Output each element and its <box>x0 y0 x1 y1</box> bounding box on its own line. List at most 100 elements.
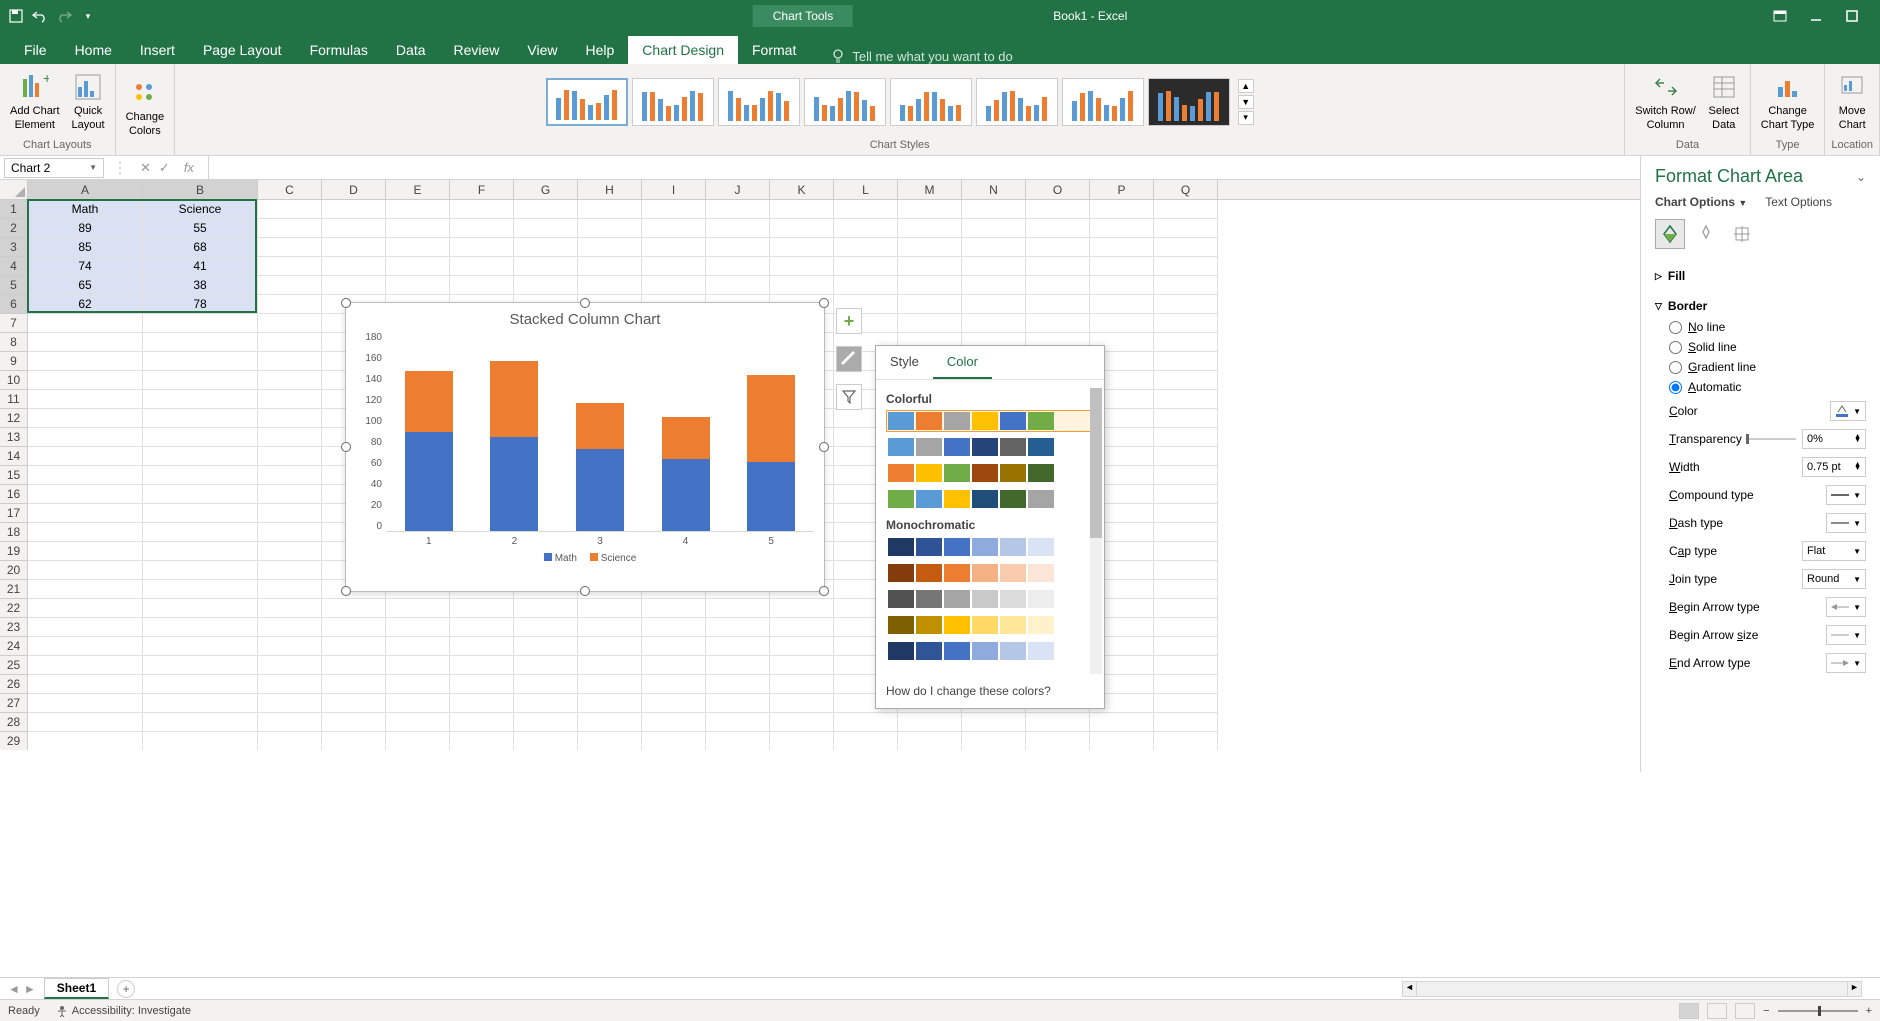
cell[interactable] <box>258 219 322 238</box>
cell[interactable] <box>143 485 258 504</box>
page-break-view-button[interactable] <box>1735 1003 1755 1019</box>
cell[interactable] <box>28 333 143 352</box>
color-popup-scrollbar[interactable] <box>1090 388 1102 674</box>
compound-type-picker[interactable]: ▼ <box>1826 485 1866 505</box>
row-header[interactable]: 10 <box>0 371 28 390</box>
cell[interactable] <box>1090 713 1154 732</box>
cell[interactable] <box>28 390 143 409</box>
col-header[interactable]: F <box>450 180 514 199</box>
sheet-tab[interactable]: Sheet1 <box>44 978 109 999</box>
cell[interactable] <box>642 219 706 238</box>
cell[interactable] <box>322 618 386 637</box>
cell[interactable] <box>322 637 386 656</box>
cell[interactable] <box>386 219 450 238</box>
cell[interactable] <box>450 219 514 238</box>
cell[interactable] <box>28 504 143 523</box>
chart-style-option[interactable] <box>1148 78 1230 126</box>
cell[interactable] <box>28 485 143 504</box>
cell[interactable] <box>834 238 898 257</box>
cell[interactable] <box>450 238 514 257</box>
cell[interactable] <box>834 219 898 238</box>
sheet-nav-prev-icon[interactable]: ◄ <box>8 982 20 996</box>
cell[interactable] <box>1026 713 1090 732</box>
cell[interactable] <box>578 713 642 732</box>
cell[interactable] <box>962 295 1026 314</box>
cell[interactable] <box>514 200 578 219</box>
cell[interactable] <box>258 694 322 713</box>
cell[interactable] <box>898 219 962 238</box>
cell[interactable] <box>642 675 706 694</box>
tab-home[interactable]: Home <box>61 36 126 64</box>
cell[interactable] <box>143 599 258 618</box>
cell[interactable] <box>143 352 258 371</box>
cell[interactable] <box>322 599 386 618</box>
row-header[interactable]: 12 <box>0 409 28 428</box>
cell[interactable] <box>28 428 143 447</box>
cell[interactable] <box>386 637 450 656</box>
cell[interactable] <box>642 599 706 618</box>
cell[interactable] <box>28 713 143 732</box>
cell[interactable] <box>706 618 770 637</box>
cancel-formula-icon[interactable]: ✕ <box>140 160 151 176</box>
cell[interactable] <box>450 599 514 618</box>
cell[interactable] <box>834 732 898 750</box>
cell[interactable] <box>578 656 642 675</box>
col-header[interactable]: A <box>28 180 143 199</box>
cell[interactable] <box>143 656 258 675</box>
add-chart-element-button[interactable]: + Add Chart Element <box>6 69 64 133</box>
cell[interactable] <box>1154 618 1218 637</box>
cell[interactable] <box>386 238 450 257</box>
cell[interactable] <box>706 257 770 276</box>
cell[interactable] <box>706 675 770 694</box>
cell[interactable] <box>143 732 258 750</box>
cell[interactable] <box>834 276 898 295</box>
select-all-button[interactable] <box>0 180 28 199</box>
cell[interactable] <box>143 466 258 485</box>
tab-chart-design[interactable]: Chart Design <box>628 36 738 64</box>
cell[interactable] <box>143 713 258 732</box>
cell[interactable] <box>386 618 450 637</box>
end-arrow-type-picker[interactable]: ▼ <box>1826 653 1866 673</box>
chart-style-option[interactable] <box>976 78 1058 126</box>
width-input[interactable]: 0.75 pt▲▼ <box>1802 457 1866 477</box>
cell[interactable] <box>143 523 258 542</box>
cell[interactable] <box>642 713 706 732</box>
cell[interactable] <box>770 219 834 238</box>
zoom-in-button[interactable]: + <box>1866 1005 1872 1017</box>
cell[interactable] <box>258 238 322 257</box>
cell[interactable] <box>28 694 143 713</box>
cell[interactable] <box>706 694 770 713</box>
cell[interactable] <box>143 675 258 694</box>
ribbon-display-icon[interactable] <box>1772 8 1788 24</box>
name-box[interactable]: Chart 2▼ <box>4 158 104 178</box>
cell[interactable] <box>450 656 514 675</box>
cell[interactable] <box>962 713 1026 732</box>
cell[interactable] <box>450 675 514 694</box>
transparency-input[interactable]: 0%▲▼ <box>1802 429 1866 449</box>
move-chart-button[interactable]: Move Chart <box>1832 69 1872 133</box>
automatic-radio[interactable]: Automatic <box>1669 377 1866 397</box>
cell[interactable] <box>898 732 962 750</box>
cell[interactable] <box>450 276 514 295</box>
cell[interactable] <box>258 542 322 561</box>
cell[interactable] <box>770 200 834 219</box>
cell[interactable] <box>1154 713 1218 732</box>
cell[interactable] <box>706 656 770 675</box>
chart-style-option[interactable] <box>1062 78 1144 126</box>
cell[interactable] <box>706 276 770 295</box>
cell[interactable] <box>642 257 706 276</box>
cell[interactable] <box>770 713 834 732</box>
cell[interactable] <box>386 200 450 219</box>
minimize-icon[interactable] <box>1808 8 1824 24</box>
cell[interactable] <box>834 257 898 276</box>
border-color-picker[interactable]: ▼ <box>1830 401 1866 421</box>
cell[interactable] <box>642 656 706 675</box>
cell[interactable] <box>143 618 258 637</box>
tab-view[interactable]: View <box>513 36 571 64</box>
horizontal-scrollbar[interactable]: ◄ ► <box>1402 981 1862 997</box>
chart-style-option[interactable] <box>804 78 886 126</box>
col-header[interactable]: L <box>834 180 898 199</box>
tab-help[interactable]: Help <box>572 36 629 64</box>
cell[interactable] <box>258 504 322 523</box>
fill-line-tab-icon[interactable] <box>1655 219 1685 249</box>
